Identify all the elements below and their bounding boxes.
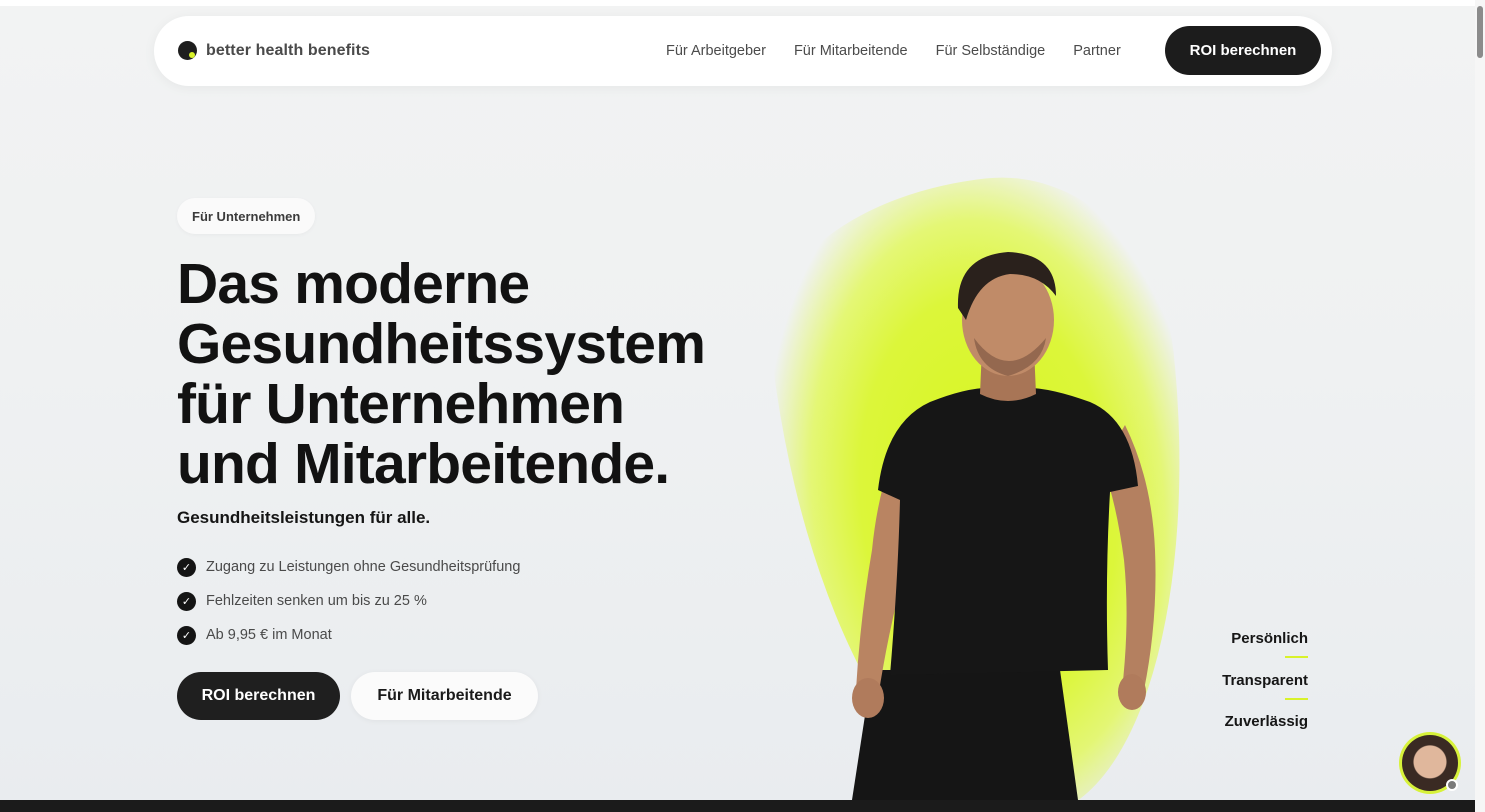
- header-roi-button[interactable]: ROI berechnen: [1165, 26, 1321, 75]
- check-icon: ✓: [177, 625, 196, 645]
- benefit-text: Fehlzeiten senken um bis zu 25 %: [206, 593, 427, 609]
- benefit-item: ✓ Zugang zu Leistungen ohne Gesundheitsp…: [177, 550, 520, 584]
- next-section-edge: [0, 800, 1475, 812]
- site-header: better health benefits Für Arbeitgeber F…: [154, 16, 1332, 86]
- logo-icon: [178, 41, 197, 60]
- scrollbar-thumb[interactable]: [1477, 6, 1483, 58]
- value-label: Zuverlässig: [1180, 713, 1308, 755]
- hero-roi-button[interactable]: ROI berechnen: [177, 672, 340, 720]
- hero-visual: [755, 160, 1221, 812]
- hero-person-image: [852, 252, 1156, 800]
- logo-text: better health benefits: [206, 41, 371, 59]
- headline-line: Gesundheitssystem: [177, 312, 706, 376]
- nav-link-mitarbeitende[interactable]: Für Mitarbeitende: [794, 43, 908, 59]
- logo[interactable]: better health benefits: [178, 41, 370, 60]
- benefit-item: ✓ Ab 9,95 € im Monat: [177, 618, 520, 652]
- headline-line: für Unternehmen: [177, 372, 625, 436]
- status-indicator: [1446, 779, 1458, 791]
- value-label-text: Persönlich: [1231, 630, 1308, 647]
- value-label: Persönlich: [1180, 630, 1308, 672]
- value-labels: Persönlich Transparent Zuverlässig: [1180, 630, 1308, 755]
- top-edge: [0, 0, 1475, 6]
- hero-headline: Das moderne Gesundheitssystem für Untern…: [177, 254, 777, 494]
- value-label-text: Zuverlässig: [1224, 713, 1308, 730]
- value-label-underline: [1285, 656, 1308, 658]
- scrollbar[interactable]: [1475, 0, 1485, 812]
- check-icon: ✓: [177, 557, 196, 577]
- check-icon: ✓: [177, 591, 196, 611]
- hero-subheadline: Gesundheitsleistungen für alle.: [177, 508, 431, 527]
- benefit-text: Ab 9,95 € im Monat: [206, 627, 332, 643]
- headline-line: Das moderne: [177, 252, 530, 316]
- nav-link-arbeitgeber[interactable]: Für Arbeitgeber: [666, 43, 766, 59]
- audience-badge: Für Unternehmen: [177, 198, 316, 234]
- hero-employees-button[interactable]: Für Mitarbeitende: [351, 672, 538, 720]
- benefit-item: ✓ Fehlzeiten senken um bis zu 25 %: [177, 584, 520, 618]
- nav-link-selbstaendige[interactable]: Für Selbständige: [936, 43, 1046, 59]
- value-label-text: Transparent: [1222, 671, 1308, 689]
- value-label: Transparent: [1180, 672, 1308, 714]
- nav-link-partner[interactable]: Partner: [1073, 43, 1121, 59]
- benefit-text: Zugang zu Leistungen ohne Gesundheitsprü…: [206, 559, 521, 575]
- headline-line: und Mitarbeitende.: [177, 432, 670, 496]
- main-nav: Für Arbeitgeber Für Mitarbeitende Für Se…: [666, 16, 1121, 86]
- value-label-underline: [1285, 697, 1308, 700]
- benefit-list: ✓ Zugang zu Leistungen ohne Gesundheitsp…: [177, 550, 520, 652]
- chat-avatar-icon[interactable]: [1399, 732, 1461, 794]
